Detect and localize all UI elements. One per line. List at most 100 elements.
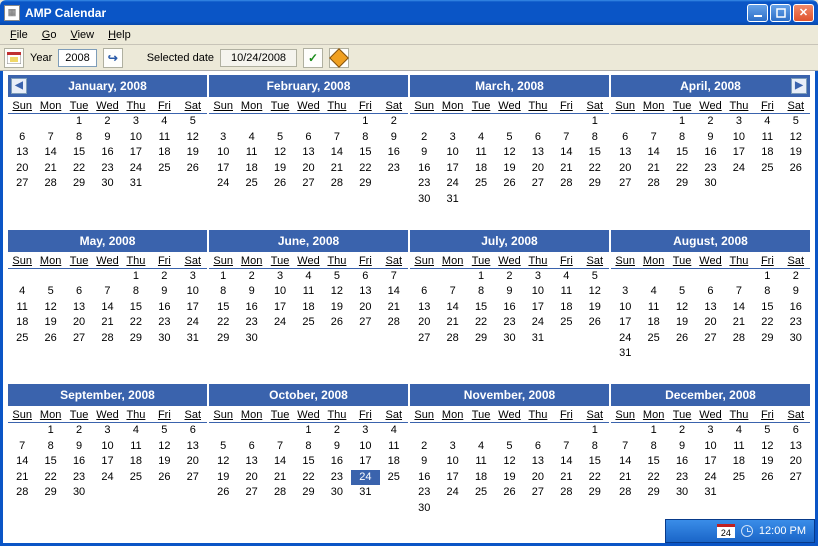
day-cell[interactable]: 7 (36, 130, 64, 146)
day-cell[interactable]: 11 (552, 284, 580, 300)
day-cell[interactable]: 14 (323, 145, 351, 161)
day-cell[interactable]: 10 (438, 145, 466, 161)
day-cell[interactable]: 13 (524, 454, 552, 470)
day-cell[interactable]: 16 (65, 454, 93, 470)
day-cell[interactable]: 11 (237, 145, 265, 161)
options-button[interactable] (329, 48, 349, 68)
day-cell[interactable]: 16 (410, 470, 438, 486)
day-cell[interactable]: 20 (65, 315, 93, 331)
day-cell[interactable]: 17 (438, 470, 466, 486)
day-cell[interactable]: 13 (524, 145, 552, 161)
day-cell[interactable]: 12 (150, 439, 178, 455)
day-cell[interactable]: 19 (495, 470, 523, 486)
day-cell[interactable]: 7 (552, 130, 580, 146)
day-cell[interactable]: 6 (524, 439, 552, 455)
menu-view[interactable]: View (64, 27, 100, 43)
day-cell[interactable]: 3 (209, 130, 237, 146)
day-cell[interactable]: 17 (351, 454, 379, 470)
day-cell[interactable]: 11 (753, 130, 781, 146)
day-cell[interactable]: 11 (467, 145, 495, 161)
day-cell[interactable]: 25 (467, 485, 495, 501)
day-cell[interactable]: 20 (410, 315, 438, 331)
prev-year-button[interactable]: ◀ (11, 78, 27, 94)
day-cell[interactable]: 21 (639, 161, 667, 177)
day-cell[interactable]: 27 (294, 176, 322, 192)
day-cell[interactable]: 13 (8, 145, 36, 161)
day-cell[interactable]: 4 (380, 423, 408, 439)
day-cell[interactable]: 20 (782, 454, 810, 470)
day-cell[interactable]: 9 (323, 439, 351, 455)
day-cell[interactable]: 21 (438, 315, 466, 331)
day-cell[interactable]: 31 (524, 331, 552, 347)
day-cell[interactable]: 1 (753, 269, 781, 285)
day-cell[interactable]: 18 (237, 161, 265, 177)
day-cell[interactable]: 25 (150, 161, 178, 177)
day-cell[interactable]: 12 (782, 130, 810, 146)
day-cell[interactable]: 10 (93, 439, 121, 455)
day-cell[interactable]: 1 (65, 114, 93, 130)
day-cell[interactable]: 30 (93, 176, 121, 192)
day-cell[interactable]: 23 (495, 315, 523, 331)
selected-date-value[interactable]: 10/24/2008 (220, 49, 297, 67)
day-cell[interactable]: 15 (36, 454, 64, 470)
day-cell[interactable]: 23 (696, 161, 724, 177)
day-cell[interactable]: 10 (725, 130, 753, 146)
day-cell[interactable]: 16 (495, 300, 523, 316)
day-cell[interactable]: 15 (581, 454, 609, 470)
day-cell[interactable]: 24 (438, 485, 466, 501)
day-cell[interactable]: 9 (380, 130, 408, 146)
day-cell[interactable]: 31 (179, 331, 207, 347)
day-cell[interactable]: 10 (351, 439, 379, 455)
day-cell[interactable]: 18 (467, 470, 495, 486)
day-cell[interactable]: 14 (266, 454, 294, 470)
day-cell[interactable]: 27 (524, 176, 552, 192)
day-cell[interactable]: 19 (495, 161, 523, 177)
day-cell[interactable]: 17 (611, 315, 639, 331)
day-cell[interactable]: 5 (668, 284, 696, 300)
day-cell[interactable]: 6 (351, 269, 379, 285)
day-cell[interactable]: 24 (611, 331, 639, 347)
day-cell[interactable]: 22 (351, 161, 379, 177)
day-cell[interactable]: 28 (93, 331, 121, 347)
day-cell[interactable]: 4 (753, 114, 781, 130)
day-cell[interactable]: 9 (93, 130, 121, 146)
day-cell[interactable]: 21 (323, 161, 351, 177)
day-cell[interactable]: 2 (93, 114, 121, 130)
day-cell[interactable]: 4 (639, 284, 667, 300)
day-cell[interactable]: 29 (209, 331, 237, 347)
day-cell[interactable]: 10 (209, 145, 237, 161)
day-cell[interactable]: 17 (524, 300, 552, 316)
day-cell[interactable]: 17 (266, 300, 294, 316)
day-cell[interactable]: 1 (36, 423, 64, 439)
day-cell[interactable]: 23 (668, 470, 696, 486)
day-cell[interactable]: 3 (524, 269, 552, 285)
day-cell[interactable]: 22 (639, 470, 667, 486)
day-cell[interactable]: 28 (611, 485, 639, 501)
day-cell[interactable]: 1 (294, 423, 322, 439)
day-cell[interactable]: 19 (668, 315, 696, 331)
day-cell[interactable]: 25 (552, 315, 580, 331)
day-cell[interactable]: 25 (294, 315, 322, 331)
day-cell[interactable]: 4 (725, 423, 753, 439)
day-cell[interactable]: 28 (725, 331, 753, 347)
day-cell[interactable]: 7 (725, 284, 753, 300)
day-cell[interactable]: 30 (150, 331, 178, 347)
day-cell[interactable]: 14 (36, 145, 64, 161)
day-cell[interactable]: 10 (611, 300, 639, 316)
day-cell[interactable]: 6 (782, 423, 810, 439)
go-button[interactable]: ↪ (103, 48, 123, 68)
day-cell[interactable]: 28 (266, 485, 294, 501)
day-cell[interactable]: 7 (639, 130, 667, 146)
day-cell[interactable]: 26 (179, 161, 207, 177)
day-cell[interactable]: 13 (611, 145, 639, 161)
day-cell[interactable]: 17 (122, 145, 150, 161)
day-cell[interactable]: 26 (782, 161, 810, 177)
day-cell[interactable]: 29 (581, 176, 609, 192)
day-cell[interactable]: 30 (696, 176, 724, 192)
day-cell[interactable]: 15 (668, 145, 696, 161)
day-cell[interactable]: 13 (351, 284, 379, 300)
day-cell[interactable]: 15 (753, 300, 781, 316)
day-cell[interactable]: 1 (581, 114, 609, 130)
day-cell[interactable]: 13 (696, 300, 724, 316)
day-cell[interactable]: 8 (294, 439, 322, 455)
